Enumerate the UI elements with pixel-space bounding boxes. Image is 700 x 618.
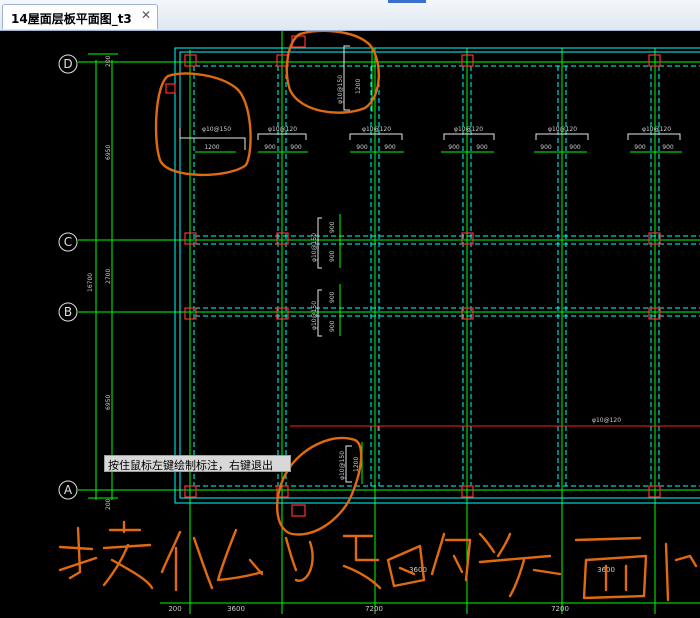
document-tab-bar: 14屋面层板平面图_t3 ✕ [0,0,700,31]
handwritten-annotations [58,29,698,602]
handwriting-stroke [160,530,214,592]
dimension-bottom: 7200 [551,605,569,613]
dimension-edge: 200 [105,498,112,510]
rebar-dim: 900 [540,144,552,151]
axis-label-b: B [64,305,72,319]
dimension-segment: 6950 [105,395,112,410]
rebar-label-vertical: φ10@150 [311,233,318,262]
columns [165,35,661,517]
rebar-dim: 900 [356,144,368,151]
rebar-label: φ10@120 [454,126,483,133]
dimension-bottom: 200 [168,605,181,613]
axis-label-d: D [63,57,72,71]
rebar-label-vertical: φ10@150 [337,75,344,104]
rebar-dim-vertical: 1200 [355,79,362,94]
axis-bubbles [58,54,78,500]
dimension-bottom: 7200 [365,605,383,613]
document-tab[interactable]: 14屋面层板平面图_t3 ✕ [2,4,158,29]
document-tab-label: 14屋面层板平面图_t3 [11,12,132,26]
rebar-label-span: φ10@120 [592,417,621,424]
rebar-dim-vertical: 900 [329,291,336,303]
rebar-dim-vertical: 900 [329,320,336,332]
slab-outline [174,47,700,504]
handwriting-stroke [478,532,562,598]
rebar-label-vertical: φ10@150 [339,451,346,480]
axis-label-c: C [64,235,72,249]
dimension-segment: 6950 [105,145,112,160]
command-tooltip-text: 按住鼠标左键绘制标注，右键退出 [108,459,273,472]
rebar-label: φ10@150 [202,126,231,133]
handwriting-stroke [430,532,472,582]
circle-annotation [285,29,380,114]
rebar-dim: 900 [476,144,488,151]
rebar-dim: 900 [264,144,276,151]
rebar-label-vertical: φ10@150 [311,301,318,330]
rebar-dim: 900 [448,144,460,151]
floor-plan-drawing[interactable]: D C B A φ10@120 φ10@150 φ10@120 φ10@120 … [0,29,700,614]
rebar-label: φ10@120 [642,126,671,133]
rebar-dim: 900 [634,144,646,151]
handwriting-stroke [58,526,98,580]
rebar-dim: 900 [290,144,302,151]
rebar-marks-top: φ10@150 φ10@120 φ10@120 φ10@120 φ10@120 … [179,126,682,153]
circle-annotation [154,72,252,177]
red-rebar-lines [290,425,700,431]
rebar-dim-vertical: 900 [329,250,336,262]
rebar-label: φ10@120 [548,126,577,133]
handwriting-stroke [284,536,314,582]
rebar-dim: 900 [384,144,396,151]
tab-bar-indicator [388,0,426,3]
handwriting-stroke [664,542,698,602]
dimension-bottom: 3600 [227,605,245,613]
dimension-edge: 200 [105,55,112,67]
handwriting-stroke [102,520,154,590]
dimension-total: 16700 [87,273,94,292]
command-tooltip: 按住鼠标左键绘制标注，右键退出 [104,455,291,472]
rebar-label: φ10@120 [362,126,391,133]
handwriting-stroke [216,528,264,582]
dimension-segment: 2700 [105,269,112,284]
grid-lines [78,30,700,614]
rebar-dim: 900 [569,144,581,151]
rebar-dim: 1200 [204,144,219,151]
rebar-dim: 900 [662,144,674,151]
close-icon[interactable]: ✕ [141,8,151,22]
rebar-dim-vertical: 900 [329,221,336,233]
drawing-canvas[interactable]: D C B A φ10@120 φ10@150 φ10@120 φ10@120 … [0,29,700,614]
axis-label-a: A [64,483,73,497]
rebar-label: φ10@120 [268,126,297,133]
